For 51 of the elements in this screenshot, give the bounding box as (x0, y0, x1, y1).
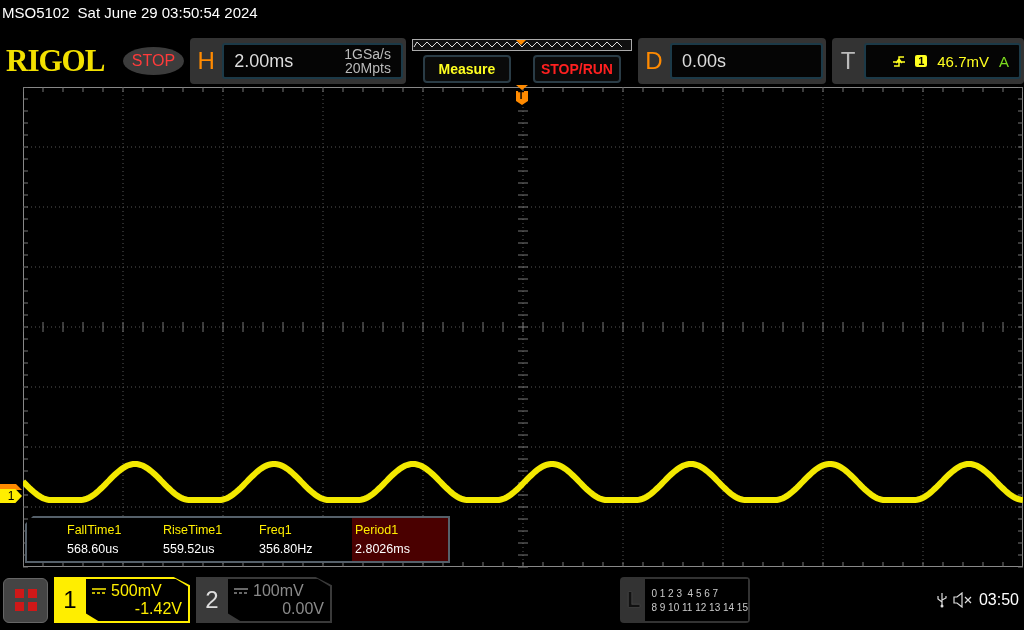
trigger-source-badge: 1 (915, 55, 928, 67)
horizontal-panel[interactable]: H 2.00ms 1GSa/s 20Mpts (190, 38, 406, 84)
date-time: Sat June 29 03:50:54 2024 (77, 4, 258, 21)
channel-offset: -1.42V (134, 600, 182, 618)
measurement-name: RiseTime1 (163, 523, 224, 537)
channel-offset: 0.00V (282, 600, 324, 618)
measurement-item[interactable]: Freq1 356.80Hz (256, 518, 352, 561)
delay-label: D (644, 47, 664, 75)
channel-marker[interactable]: 1 (0, 489, 22, 503)
dc-coupling-icon (92, 587, 106, 595)
timebase-value: 2.00ms (234, 50, 294, 72)
measurement-item[interactable]: FallTime1 568.60us (64, 518, 160, 561)
channel-scale: 500mV (111, 582, 162, 600)
channel-number: 1 (62, 585, 78, 615)
trigger-label: T (839, 47, 857, 75)
speaker-muted-icon[interactable] (952, 592, 973, 608)
logic-channels: 8 9 10 11 12 13 14 15 (651, 601, 748, 613)
measurement-name: Freq1 (259, 523, 293, 537)
usb-icon[interactable] (936, 592, 947, 608)
sample-rate: 1GSa/s (344, 47, 391, 61)
rising-edge-icon (893, 55, 906, 67)
dc-coupling-icon (234, 587, 248, 595)
delay-panel[interactable]: D 0.00s (637, 38, 826, 84)
trigger-mode: A (999, 52, 1009, 70)
model-name: MSO5102 (2, 4, 70, 21)
clock-time: 03:50 (978, 591, 1019, 609)
grid-squares-icon (14, 589, 37, 611)
stop-run-button[interactable]: STOP/RUN (532, 55, 621, 83)
measurement-value: 356.80Hz (259, 542, 314, 556)
measurement-name: Period1 (355, 523, 400, 537)
measurement-value: 2.8026ms (355, 542, 411, 556)
measurement-name: FallTime1 (67, 523, 123, 537)
logic-channels: 0 1 2 3 4 5 6 7 (651, 587, 720, 599)
channel-panel[interactable]: 1 500mV -1.42V (54, 577, 190, 623)
measurement-item[interactable]: Period1 2.8026ms (352, 518, 448, 561)
channel-number: 2 (204, 585, 220, 615)
trigger-panel[interactable]: T 1 46.7mV A (832, 38, 1024, 84)
channel-panel[interactable]: 2 100mV 0.00V (196, 577, 332, 623)
memory-depth: 20Mpts (345, 61, 391, 75)
measurement-value: 568.60us (67, 542, 120, 556)
measurement-item[interactable]: RiseTime1 559.52us (160, 518, 256, 561)
horizontal-label: H (196, 47, 216, 75)
delay-value: 0.00s (681, 50, 726, 72)
menu-button[interactable] (3, 577, 48, 623)
trigger-position-marker[interactable] (515, 85, 529, 105)
brand-logo: RIGOL (6, 43, 106, 79)
trigger-marker-label: T (518, 90, 525, 101)
channel-scale: 100mV (253, 582, 304, 600)
measurement-value: 559.52us (163, 542, 216, 556)
measure-button[interactable]: Measure (422, 55, 511, 83)
trigger-level: 46.7mV (937, 52, 989, 70)
